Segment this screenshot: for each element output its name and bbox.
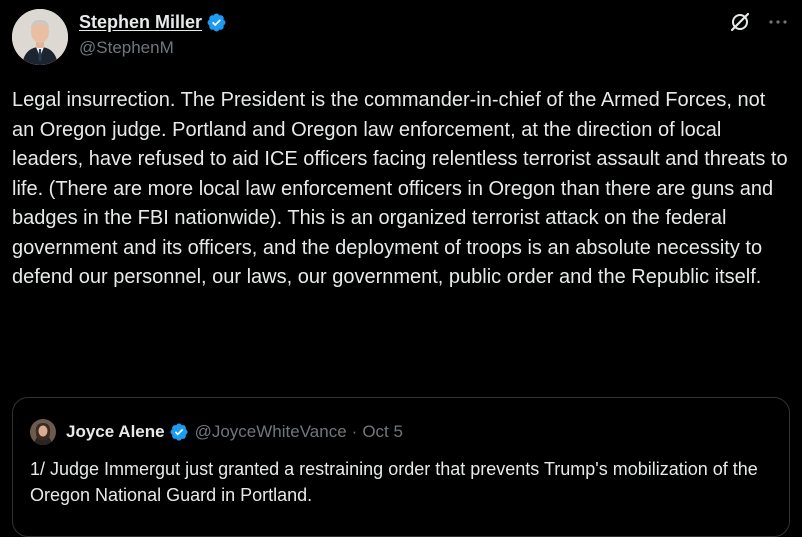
tweet-text: Legal insurrection. The President is the… — [12, 89, 788, 288]
quoted-tweet-header: Joyce Alene @JoyceWhiteVance · Oct 5 — [30, 418, 403, 446]
grok-icon[interactable] — [728, 10, 752, 34]
author-name[interactable]: Stephen Miller — [79, 12, 202, 33]
author-avatar[interactable] — [12, 9, 68, 65]
quoted-author-name[interactable]: Joyce Alene — [66, 422, 165, 442]
quoted-tweet-card[interactable]: Joyce Alene @JoyceWhiteVance · Oct 5 1/ … — [12, 397, 790, 537]
quoted-tweet-date[interactable]: Oct 5 — [362, 422, 403, 442]
quoted-tweet-text: 1/ Judge Immergut just granted a restrai… — [30, 459, 758, 505]
author-handle[interactable]: @StephenM — [79, 38, 174, 58]
quoted-verified-badge-icon — [169, 422, 189, 442]
verified-badge-icon — [206, 12, 227, 33]
more-icon[interactable] — [766, 10, 790, 34]
author-name-row: Stephen Miller — [79, 10, 227, 34]
separator-dot: · — [351, 422, 358, 441]
quoted-author-handle[interactable]: @JoyceWhiteVance — [195, 422, 347, 442]
quoted-author-avatar[interactable] — [30, 419, 56, 445]
top-actions — [728, 10, 790, 34]
